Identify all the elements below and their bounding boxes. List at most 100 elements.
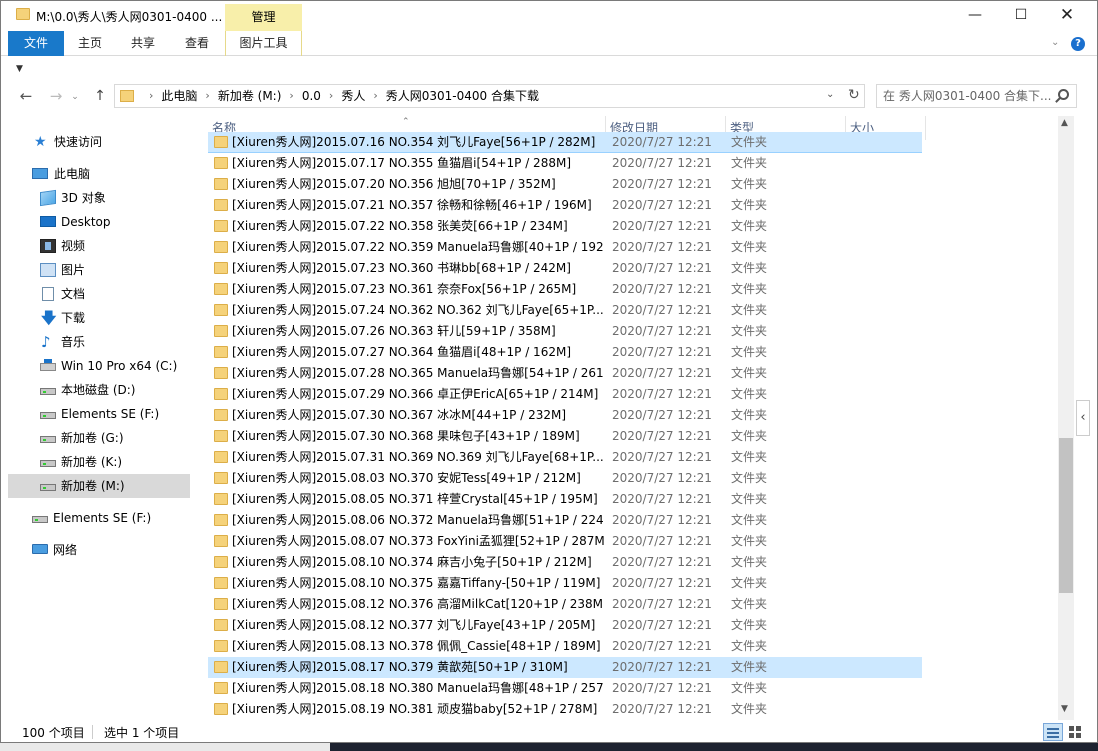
sidebar-item-drive-m[interactable]: 新加卷 (M:) (8, 474, 190, 498)
table-row[interactable]: [Xiuren秀人网]2015.08.10 NO.374 麻吉小兔子[50+1P… (208, 552, 922, 573)
sidebar-item-desktop[interactable]: Desktop (8, 210, 190, 234)
file-date: 2020/7/27 12:21 (612, 429, 712, 443)
table-row[interactable]: [Xiuren秀人网]2015.08.17 NO.379 黄歆苑[50+1P /… (208, 657, 922, 678)
close-button[interactable]: ✕ (1044, 0, 1090, 31)
table-row[interactable]: [Xiuren秀人网]2015.08.06 NO.372 Manuela玛鲁娜[… (208, 510, 922, 531)
table-row[interactable]: [Xiuren秀人网]2015.07.27 NO.364 鱼猫眉i[48+1P … (208, 342, 922, 363)
sidebar-item-3d-objects[interactable]: 3D 对象 (8, 186, 190, 210)
table-row[interactable]: [Xiuren秀人网]2015.08.13 NO.378 佩佩_Cassie[4… (208, 636, 922, 657)
table-row[interactable]: [Xiuren秀人网]2015.07.17 NO.355 鱼猫眉i[54+1P … (208, 153, 922, 174)
search-input[interactable] (883, 88, 1051, 104)
scroll-up-icon[interactable]: ▲ (1061, 118, 1068, 128)
navigation-bar: ← → ⌄ ↑ › 此电脑 › 新加卷 (M:) › 0.0 › 秀人 › 秀人… (0, 82, 1098, 112)
table-row[interactable]: [Xiuren秀人网]2015.07.22 NO.359 Manuela玛鲁娜[… (208, 237, 922, 258)
table-row[interactable]: [Xiuren秀人网]2015.08.12 NO.377 刘飞儿Faye[43+… (208, 615, 922, 636)
sidebar-item-drive-c[interactable]: Win 10 Pro x64 (C:) (8, 354, 190, 378)
tab-home[interactable]: 主页 (66, 31, 114, 56)
tab-picture-tools[interactable]: 图片工具 (225, 31, 302, 56)
file-date: 2020/7/27 12:21 (612, 366, 712, 380)
tab-share[interactable]: 共享 (118, 31, 168, 56)
sidebar-item-elements-se[interactable]: Elements SE (F:) (8, 506, 190, 530)
up-button[interactable]: ↑ (90, 86, 110, 106)
forward-button[interactable]: → (46, 86, 66, 106)
vertical-scrollbar[interactable]: ▲ ▼ (1058, 116, 1074, 720)
table-row[interactable]: [Xiuren秀人网]2015.07.21 NO.357 徐畅和徐畅[46+1P… (208, 195, 922, 216)
file-type: 文件夹 (731, 597, 768, 611)
file-name: [Xiuren秀人网]2015.08.18 NO.380 Manuela玛鲁娜[… (232, 681, 604, 695)
details-view-icon[interactable] (1043, 723, 1063, 741)
table-row[interactable]: [Xiuren秀人网]2015.07.26 NO.363 轩儿[59+1P / … (208, 321, 922, 342)
preview-pane-toggle-icon[interactable]: ‹ (1076, 400, 1090, 436)
sidebar-item-drive-d[interactable]: 本地磁盘 (D:) (8, 378, 190, 402)
folder-icon (214, 493, 228, 505)
refresh-icon[interactable]: ↻ (848, 87, 860, 103)
table-row[interactable]: [Xiuren秀人网]2015.08.05 NO.371 梓萱Crystal[4… (208, 489, 922, 510)
sidebar-item-videos[interactable]: 视频 (8, 234, 190, 258)
table-row[interactable]: [Xiuren秀人网]2015.07.31 NO.369 NO.369 刘飞儿F… (208, 447, 922, 468)
sidebar-item-drive-g[interactable]: 新加卷 (G:) (8, 426, 190, 450)
breadcrumb-xiuren[interactable]: 秀人 (341, 85, 365, 107)
sidebar-item-drive-f[interactable]: Elements SE (F:) (8, 402, 190, 426)
minimize-button[interactable]: — (952, 0, 998, 31)
table-row[interactable]: [Xiuren秀人网]2015.07.30 NO.368 果味包子[43+1P … (208, 426, 922, 447)
table-row[interactable]: [Xiuren秀人网]2015.08.12 NO.376 高溜MilkCat[1… (208, 594, 922, 615)
file-date: 2020/7/27 12:21 (612, 198, 712, 212)
sidebar-item-drive-k[interactable]: 新加卷 (K:) (8, 450, 190, 474)
tab-file[interactable]: 文件 (8, 31, 64, 56)
back-button[interactable]: ← (16, 86, 36, 106)
sidebar-item-pictures[interactable]: 图片 (8, 258, 190, 282)
breadcrumb-this-pc[interactable]: 此电脑 (161, 85, 197, 107)
recent-locations-icon[interactable]: ⌄ (68, 87, 82, 107)
table-row[interactable]: [Xiuren秀人网]2015.07.29 NO.366 卓正伊EricA[65… (208, 384, 922, 405)
scroll-thumb[interactable] (1059, 438, 1073, 593)
table-row[interactable]: [Xiuren秀人网]2015.08.18 NO.380 Manuela玛鲁娜[… (208, 678, 922, 699)
table-row[interactable]: [Xiuren秀人网]2015.08.10 NO.375 嘉嘉Tiffany-[… (208, 573, 922, 594)
chevron-right-icon[interactable]: › (289, 85, 293, 107)
table-row[interactable]: [Xiuren秀人网]2015.07.30 NO.367 冰冰M[44+1P /… (208, 405, 922, 426)
maximize-button[interactable]: ☐ (998, 0, 1044, 31)
address-bar[interactable]: › 此电脑 › 新加卷 (M:) › 0.0 › 秀人 › 秀人网0301-04… (114, 84, 865, 108)
address-history-icon[interactable]: ⌄ (826, 89, 834, 100)
chevron-right-icon[interactable]: › (149, 85, 153, 107)
file-name: [Xiuren秀人网]2015.07.29 NO.366 卓正伊EricA[65… (232, 387, 599, 401)
large-icons-view-icon[interactable] (1066, 723, 1084, 741)
table-row[interactable]: [Xiuren秀人网]2015.08.03 NO.370 安妮Tess[49+1… (208, 468, 922, 489)
sidebar-item-quick-access[interactable]: ★ 快速访问 (8, 130, 190, 154)
breadcrumb-drive-m[interactable]: 新加卷 (M:) (218, 85, 282, 107)
folder-icon (214, 556, 228, 568)
chevron-right-icon[interactable]: › (373, 85, 377, 107)
search-icon[interactable] (1058, 89, 1069, 100)
sidebar-item-label: 网络 (53, 543, 78, 557)
file-date: 2020/7/27 12:21 (612, 681, 712, 695)
chevron-right-icon[interactable]: › (205, 85, 209, 107)
table-row[interactable]: [Xiuren秀人网]2015.07.16 NO.354 刘飞儿Faye[56+… (208, 132, 922, 153)
sidebar-item-network[interactable]: 网络 (8, 538, 190, 562)
table-row[interactable]: [Xiuren秀人网]2015.07.23 NO.361 奈奈Fox[56+1P… (208, 279, 922, 300)
sidebar-item-documents[interactable]: 文档 (8, 282, 190, 306)
help-icon[interactable]: ? (1071, 37, 1085, 51)
breadcrumb-0-0[interactable]: 0.0 (302, 85, 321, 107)
file-name: [Xiuren秀人网]2015.07.17 NO.355 鱼猫眉i[54+1P … (232, 156, 571, 170)
search-box[interactable] (876, 84, 1077, 108)
file-type: 文件夹 (731, 471, 768, 485)
table-row[interactable]: [Xiuren秀人网]2015.07.23 NO.360 书琳bb[68+1P … (208, 258, 922, 279)
breadcrumb-current-folder[interactable]: 秀人网0301-0400 合集下载 (386, 85, 539, 107)
sidebar-item-music[interactable]: ♪ 音乐 (8, 330, 190, 354)
table-row[interactable]: [Xiuren秀人网]2015.07.20 NO.356 旭旭[70+1P / … (208, 174, 922, 195)
scroll-down-icon[interactable]: ▼ (1061, 704, 1068, 714)
file-date: 2020/7/27 12:21 (612, 555, 712, 569)
customize-toolbar-icon[interactable]: ▼ (16, 64, 23, 74)
expand-ribbon-icon[interactable]: ⌄ (1051, 37, 1059, 48)
table-row[interactable]: [Xiuren秀人网]2015.08.19 NO.381 顽皮猫baby[52+… (208, 699, 922, 720)
sidebar-item-downloads[interactable]: 🡇 下载 (8, 306, 190, 330)
table-row[interactable]: [Xiuren秀人网]2015.07.22 NO.358 张美荧[66+1P /… (208, 216, 922, 237)
table-row[interactable]: [Xiuren秀人网]2015.07.28 NO.365 Manuela玛鲁娜[… (208, 363, 922, 384)
title-bar: M:\0.0\秀人\秀人网0301-0400 ... 管理 — ☐ ✕ (0, 0, 1098, 31)
table-row[interactable]: [Xiuren秀人网]2015.07.24 NO.362 NO.362 刘飞儿F… (208, 300, 922, 321)
sidebar-item-this-pc[interactable]: 此电脑 (8, 162, 190, 186)
tab-view[interactable]: 查看 (172, 31, 222, 56)
contextual-tab-group-manage[interactable]: 管理 (225, 4, 302, 31)
chevron-right-icon[interactable]: › (329, 85, 333, 107)
table-row[interactable]: [Xiuren秀人网]2015.08.07 NO.373 FoxYini孟狐狸[… (208, 531, 922, 552)
file-name: [Xiuren秀人网]2015.07.30 NO.368 果味包子[43+1P … (232, 429, 580, 443)
